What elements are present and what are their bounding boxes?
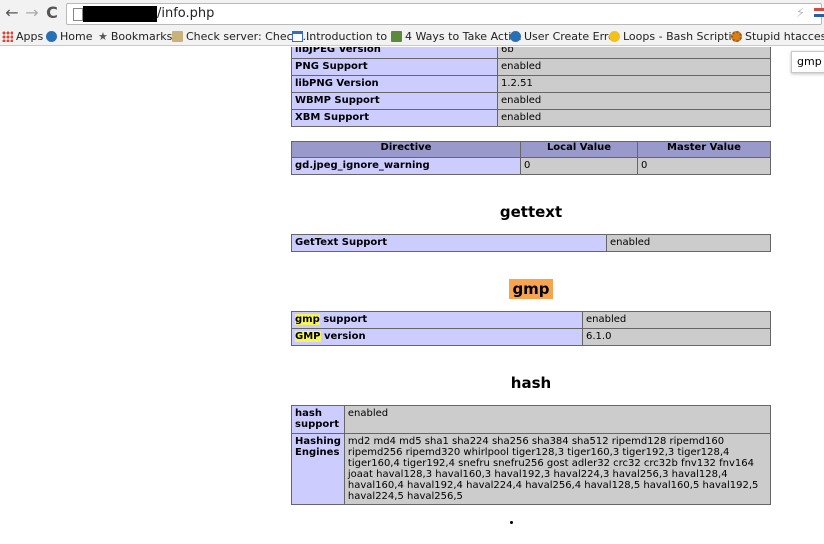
section-title-partial: [510, 521, 513, 524]
value-cell: enabled: [497, 92, 771, 110]
bookmark-label: Bookmarks: [110, 30, 173, 43]
redacted-host: [83, 6, 157, 22]
entry-cell: GetText Support: [291, 234, 607, 252]
address-bar[interactable]: /info.php ⚡: [66, 3, 822, 25]
bookmark-label: Stupid htaccess Tri: [745, 30, 824, 43]
bookmark-label: User Create Error: [524, 30, 620, 43]
globe-icon: [46, 31, 57, 42]
table-row: GetText Support enabled: [291, 234, 771, 252]
gmp-table: gmp support enabled GMP version 6.1.0: [291, 311, 771, 346]
column-header: Master Value: [637, 141, 771, 158]
page-icon: [73, 8, 83, 21]
bookmark-htaccess[interactable]: Stupid htaccess Tri: [731, 29, 824, 45]
gd-info-table: libJPEG Version 6b PNG Support enabled l…: [291, 47, 771, 127]
table-row: gmp support enabled: [291, 311, 771, 329]
value-cell: enabled: [582, 311, 771, 329]
value-cell: 0: [520, 157, 638, 175]
table-row: hash support enabled: [291, 405, 772, 434]
entry-cell: WBMP Support: [291, 92, 498, 110]
value-cell: 6b: [497, 47, 771, 59]
entry-cell: libPNG Version: [291, 75, 498, 93]
find-in-page-input[interactable]: gmp: [791, 51, 824, 73]
bookmark-label: Home: [60, 30, 93, 43]
back-arrow-icon: ←: [5, 3, 19, 22]
forward-arrow-icon: →: [25, 3, 39, 22]
gd-directive-table: Directive Local Value Master Value gd.jp…: [291, 141, 771, 175]
url-text: /info.php: [157, 6, 215, 21]
page-content: libJPEG Version 6b PNG Support enabled l…: [0, 47, 824, 544]
value-cell: enabled: [497, 109, 771, 127]
gettext-table: GetText Support enabled: [291, 234, 771, 252]
globe-icon: [510, 31, 521, 42]
value-cell: 1.2.51: [497, 75, 771, 93]
bookmarks-bar: Apps Home ★ Bookmarks Check server: Check…: [0, 28, 824, 46]
back-button[interactable]: ←: [2, 3, 22, 23]
value-cell: 6.1.0: [582, 328, 771, 346]
circle-icon: [609, 31, 620, 42]
sun-icon: [731, 31, 742, 42]
find-highlight-active: gmp: [509, 279, 553, 299]
column-header: Directive: [291, 141, 521, 158]
bookmark-user-create-error[interactable]: User Create Error: [510, 29, 619, 45]
table-header-row: Directive Local Value Master Value: [291, 141, 771, 158]
entry-cell: PNG Support: [291, 58, 498, 76]
entry-text: version: [320, 331, 366, 342]
table-row: libJPEG Version 6b: [291, 47, 771, 59]
reload-button[interactable]: C: [42, 3, 62, 23]
bookmark-label: Apps: [16, 30, 44, 43]
section-title-hash: hash: [510, 374, 552, 392]
entry-cell: gd.jpeg_ignore_warning: [291, 157, 521, 175]
table-row: WBMP Support enabled: [291, 92, 771, 110]
entry-cell: XBM Support: [291, 109, 498, 127]
reload-icon: C: [46, 3, 58, 22]
table-row: libPNG Version 1.2.51: [291, 75, 771, 93]
bookmark-intro-if[interactable]: Introduction to if: [292, 29, 398, 45]
table-row: PNG Support enabled: [291, 58, 771, 76]
folder-icon: [172, 31, 183, 42]
entry-text: support: [319, 314, 368, 325]
table-row: gd.jpeg_ignore_warning 0 0: [291, 157, 771, 175]
hash-table: hash support enabled Hashing Engines md2…: [291, 405, 772, 505]
entry-cell: hash support: [291, 405, 345, 434]
wikihow-icon: [391, 31, 402, 42]
entry-cell: gmp support: [291, 311, 583, 329]
value-cell: 0: [637, 157, 771, 175]
table-row: XBM Support enabled: [291, 109, 771, 127]
value-cell: md2 md4 md5 sha1 sha224 sha256 sha384 sh…: [343, 433, 772, 505]
table-row: Hashing Engines md2 md4 md5 sha1 sha224 …: [291, 433, 772, 505]
page-icon: [292, 31, 303, 42]
bookmark-loops-bash[interactable]: Loops - Bash Scripti...: [609, 29, 742, 45]
value-cell: enabled: [606, 234, 771, 252]
entry-cell: GMP version: [291, 328, 583, 346]
entry-cell: libJPEG Version: [291, 47, 498, 59]
section-title-gmp: gmp: [291, 279, 771, 299]
bookmark-bookmarks[interactable]: ★ Bookmarks: [98, 29, 172, 45]
bookmark-4-ways[interactable]: 4 Ways to Take Acti...: [391, 29, 522, 45]
lightning-icon[interactable]: ⚡: [796, 6, 805, 21]
find-highlight: GMP: [295, 331, 321, 342]
extension-flag-icon[interactable]: [814, 8, 824, 17]
value-cell: enabled: [343, 405, 772, 434]
forward-button[interactable]: →: [22, 3, 42, 23]
bookmark-apps[interactable]: Apps: [2, 29, 43, 45]
browser-toolbar: ← → C /info.php ⚡: [0, 0, 824, 28]
column-header: Local Value: [520, 141, 638, 158]
entry-cell: Hashing Engines: [291, 433, 345, 505]
value-cell: enabled: [497, 58, 771, 76]
bookmark-label: 4 Ways to Take Acti...: [405, 30, 522, 43]
section-title-gettext: gettext: [499, 203, 563, 221]
bookmark-home[interactable]: Home: [46, 29, 92, 45]
table-row: GMP version 6.1.0: [291, 328, 771, 346]
find-highlight: gmp: [295, 314, 320, 325]
bookmark-label: Loops - Bash Scripti...: [623, 30, 743, 43]
apps-grid-icon: [2, 31, 13, 42]
bookmark-label: Introduction to if: [306, 30, 398, 43]
star-icon: ★: [98, 30, 108, 43]
